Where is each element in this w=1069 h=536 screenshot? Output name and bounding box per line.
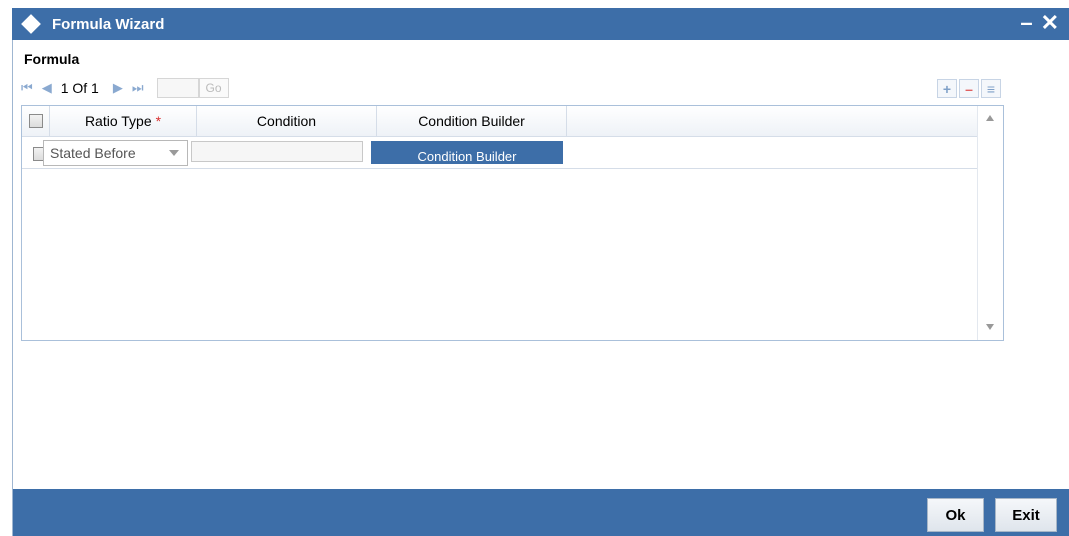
prev-page-icon[interactable]: ◀ [42, 80, 52, 96]
ratio-type-value: Stated Before [50, 145, 136, 161]
select-all-checkbox[interactable] [28, 114, 43, 128]
footer-bar: Ok Exit [13, 489, 1069, 536]
column-header-ratio-type: Ratio Type * [50, 106, 197, 136]
scroll-up-icon[interactable] [986, 115, 994, 121]
grid-header: Ratio Type * Condition Condition Builder [22, 106, 977, 137]
formula-grid: Ratio Type * Condition Condition Builder… [21, 105, 1004, 341]
first-page-icon[interactable]: ⏮ [21, 80, 33, 96]
condition-builder-button[interactable]: Condition Builder [371, 141, 563, 164]
scroll-down-icon[interactable] [986, 324, 994, 330]
chevron-down-icon [169, 150, 179, 156]
table-row: Stated Before Condition Builder [22, 137, 977, 169]
grid-scrollbar[interactable] [977, 106, 1003, 340]
page-number-input[interactable] [156, 78, 199, 98]
go-button[interactable]: Go [198, 78, 229, 98]
last-page-icon[interactable]: ⏭ [132, 80, 144, 96]
page-info: 1 Of 1 [60, 80, 99, 96]
column-label: Ratio Type [84, 113, 152, 129]
app-diamond-icon [21, 14, 41, 34]
column-label: Condition Builder [418, 113, 525, 129]
ok-button[interactable]: Ok [927, 498, 984, 532]
grid-tools: + – ≡ [937, 79, 1001, 98]
delete-row-icon[interactable]: – [959, 79, 979, 98]
close-icon[interactable]: ✕ [1041, 10, 1059, 36]
dialog-body: Formula ⏮ ◀ 1 Of 1 ▶ ⏭ Go + – ≡ Ratio Ty… [12, 40, 1069, 536]
column-label: Condition [256, 113, 317, 129]
exit-button[interactable]: Exit [995, 498, 1057, 532]
add-row-icon[interactable]: + [937, 79, 957, 98]
window-title: Formula Wizard [52, 15, 165, 33]
title-bar: Formula Wizard – ✕ [12, 8, 1069, 40]
single-view-icon[interactable]: ≡ [981, 79, 1001, 98]
section-title: Formula [24, 51, 80, 67]
ratio-type-select[interactable]: Stated Before [43, 140, 188, 166]
minimize-icon[interactable]: – [1020, 10, 1032, 36]
required-asterisk: * [155, 113, 162, 129]
window-controls: – ✕ [1020, 10, 1059, 36]
condition-input[interactable] [191, 141, 363, 162]
column-header-condition-builder: Condition Builder [377, 106, 567, 136]
select-all-cell [22, 106, 50, 136]
column-header-condition: Condition [197, 106, 377, 136]
pager: ⏮ ◀ 1 Of 1 ▶ ⏭ Go [21, 78, 229, 98]
next-page-icon[interactable]: ▶ [113, 80, 123, 96]
